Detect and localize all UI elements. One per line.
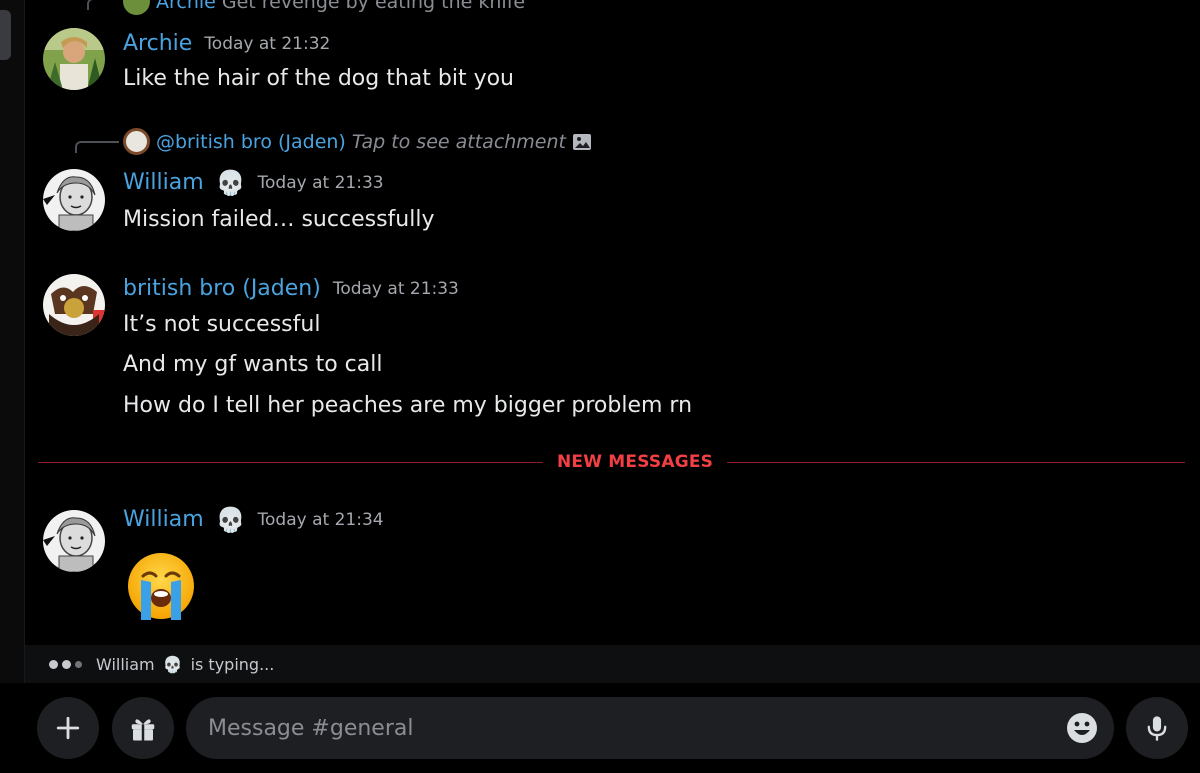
timestamp: Today at 21:33 — [332, 278, 459, 299]
plus-icon — [56, 716, 80, 740]
skull-badge: 💀 — [215, 168, 246, 197]
message-header: Archie Today at 21:32 — [123, 31, 330, 56]
divider-line — [688, 462, 1185, 463]
voice-message-button[interactable] — [1126, 697, 1188, 759]
gift-button[interactable] — [112, 697, 174, 759]
message-list: Archie Get revenge by eating the knife A… — [25, 0, 1200, 645]
server-indicator[interactable] — [0, 10, 11, 60]
avatar[interactable] — [43, 169, 105, 231]
reply-author[interactable]: @british bro (Jaden) — [156, 131, 346, 153]
skull-badge: 💀 — [215, 505, 246, 534]
skull-badge: 💀 — [162, 654, 183, 674]
reply-text: Tap to see attachment — [351, 130, 566, 153]
typing-dot — [49, 659, 58, 669]
reply-text: Get revenge by eating the knife — [221, 0, 526, 13]
typing-dot — [62, 659, 71, 669]
gift-icon — [131, 719, 155, 741]
emoji-icon[interactable] — [1066, 712, 1098, 744]
avatar[interactable] — [43, 274, 105, 336]
avatar[interactable] — [43, 28, 105, 90]
username[interactable]: William — [123, 170, 204, 195]
typing-dots-icon — [49, 659, 82, 669]
message-text: It’s not successful — [123, 312, 321, 337]
message-header: William 💀 Today at 21:34 — [123, 507, 384, 532]
reply-preview[interactable]: Archie Get revenge by eating the knife — [123, 0, 525, 15]
message-input[interactable] — [208, 697, 1048, 759]
username[interactable]: William — [123, 507, 204, 532]
message-text: Mission failed… successfully — [123, 207, 435, 232]
message-text: How do I tell her peaches are my bigger … — [123, 393, 693, 418]
new-messages-label: NEW MESSAGES — [543, 452, 728, 472]
message-composer — [0, 683, 1200, 773]
jaden-mini-avatar — [123, 128, 150, 155]
message-header: William 💀 Today at 21:33 — [123, 170, 384, 195]
divider-line — [38, 462, 543, 463]
add-attachment-button[interactable] — [37, 697, 99, 759]
typing-dot — [75, 660, 82, 668]
message-text: Like the hair of the dog that bit you — [123, 66, 514, 91]
timestamp: Today at 21:33 — [257, 172, 384, 193]
typing-text: is typing... — [190, 654, 275, 674]
typing-indicator: William 💀 is typing... — [25, 645, 1200, 683]
username[interactable]: Archie — [123, 31, 192, 56]
server-rail — [0, 0, 25, 773]
timestamp: Today at 21:34 — [257, 509, 384, 530]
message-header: british bro (Jaden) Today at 21:33 — [123, 276, 459, 301]
microphone-icon — [1147, 716, 1167, 741]
reply-connector — [75, 141, 119, 153]
crying-emoji — [125, 550, 197, 622]
username[interactable]: british bro (Jaden) — [123, 276, 321, 301]
image-icon — [573, 133, 591, 150]
message-text: And my gf wants to call — [123, 352, 383, 377]
timestamp: Today at 21:32 — [204, 33, 331, 54]
reply-author[interactable]: Archie — [156, 0, 216, 13]
reply-preview[interactable]: @british bro (Jaden) Tap to see attachme… — [123, 128, 592, 155]
avatar[interactable] — [43, 510, 105, 572]
archie-mini-avatar — [123, 0, 150, 15]
new-messages-divider: NEW MESSAGES — [38, 452, 1185, 472]
message-input-container — [186, 697, 1114, 759]
typing-user: William — [96, 654, 155, 674]
